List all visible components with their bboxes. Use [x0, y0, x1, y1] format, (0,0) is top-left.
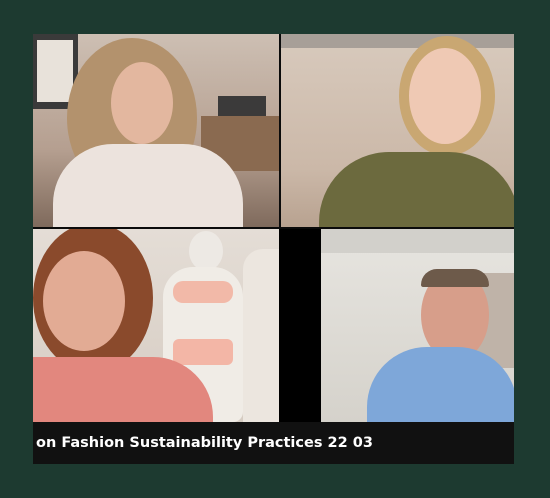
face: [409, 48, 481, 144]
face: [43, 251, 125, 351]
lingerie-bottom: [173, 339, 233, 365]
shirt: [367, 347, 514, 422]
participant-video-bottom-right[interactable]: [321, 229, 514, 422]
video-call-grid: on Fashion Sustainability Practices 22 0…: [33, 34, 514, 464]
mannequin-2: [243, 249, 279, 422]
shirt: [53, 144, 243, 227]
lingerie-top: [173, 281, 233, 303]
empty-video-area: [279, 229, 321, 422]
blouse: [33, 357, 213, 422]
participant-video-top-right[interactable]: [281, 34, 514, 227]
face: [111, 62, 173, 144]
shelf-box: [218, 96, 266, 116]
caption-bar: on Fashion Sustainability Practices 22 0…: [33, 422, 514, 464]
mannequin-head: [189, 231, 223, 271]
sweater: [319, 152, 514, 227]
caption-text: on Fashion Sustainability Practices 22 0…: [36, 435, 373, 451]
wall-picture-inner: [37, 40, 73, 102]
ceiling: [321, 229, 514, 253]
participant-video-top-left[interactable]: [33, 34, 279, 227]
hair: [421, 269, 489, 287]
participant-video-bottom-left[interactable]: [33, 229, 279, 422]
blinds: [281, 34, 514, 48]
